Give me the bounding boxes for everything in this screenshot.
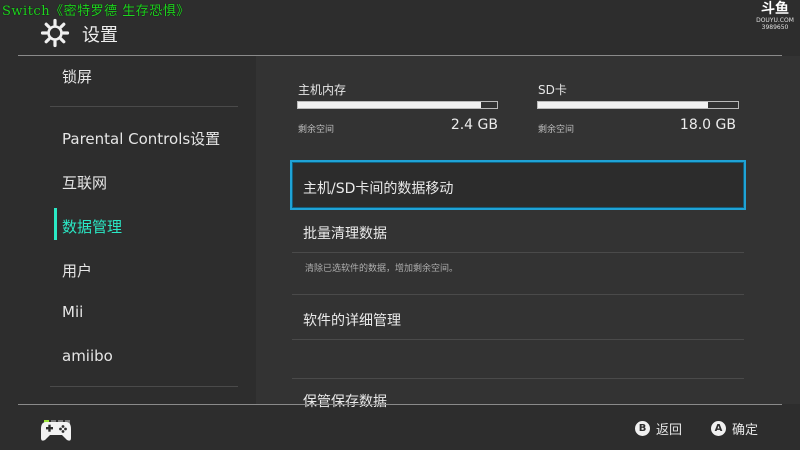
back-label: 返回 <box>656 423 683 438</box>
sidebar-item-amiibo[interactable]: amiibo <box>62 347 113 365</box>
system-memory-bar <box>297 101 498 109</box>
system-memory-remaining-label: 剩余空间 <box>298 125 335 135</box>
system-memory-remaining-value: 2.4 GB <box>450 117 498 133</box>
sidebar-active-indicator <box>54 208 57 240</box>
menu-item-batch-clean[interactable]: 批量清理数据 <box>303 223 387 243</box>
confirm-label: 确定 <box>732 423 759 438</box>
page-title: 设置 <box>82 25 118 46</box>
a-button-icon: A <box>711 421 726 436</box>
menu-item-data-transfer[interactable]: 主机/SD卡间的数据移动 <box>303 178 453 198</box>
sd-card-remaining-value: 18.0 GB <box>679 117 736 133</box>
confirm-button[interactable]: A 确定 <box>711 419 758 438</box>
sidebar-divider <box>50 106 238 107</box>
sd-card-bar <box>537 101 739 109</box>
back-button[interactable]: B 返回 <box>635 419 682 438</box>
menu-divider <box>292 294 744 295</box>
sidebar-item-internet[interactable]: 互联网 <box>62 172 107 193</box>
sidebar-divider <box>50 386 238 387</box>
system-memory-bar-fill <box>298 102 482 108</box>
sd-card-label: SD卡 <box>538 83 567 97</box>
b-button-icon: B <box>635 421 650 436</box>
footer: B 返回 A 确定 <box>0 405 800 450</box>
sidebar <box>0 56 256 404</box>
menu-divider <box>292 378 744 379</box>
sidebar-item-lock-screen[interactable]: 锁屏 <box>62 66 92 87</box>
sd-card-remaining-label: 剩余空间 <box>538 125 575 135</box>
sidebar-item-users[interactable]: 用户 <box>62 260 92 281</box>
system-memory-label: 主机内存 <box>298 83 347 97</box>
menu-divider <box>292 339 744 340</box>
menu-item-batch-clean-description: 清除已选软件的数据，增加剩余空间。 <box>305 264 459 274</box>
menu-item-software-management[interactable]: 软件的详细管理 <box>303 310 401 330</box>
controller-icon <box>41 422 71 441</box>
sidebar-item-data-management[interactable]: 数据管理 <box>62 216 122 237</box>
sd-card-bar-fill <box>538 102 708 108</box>
gear-icon <box>40 18 70 48</box>
sidebar-item-parental-controls[interactable]: Parental Controls设置 <box>62 128 220 149</box>
menu-divider <box>292 252 744 253</box>
header: 设置 <box>0 0 800 56</box>
sidebar-item-mii[interactable]: Mii <box>62 303 83 321</box>
